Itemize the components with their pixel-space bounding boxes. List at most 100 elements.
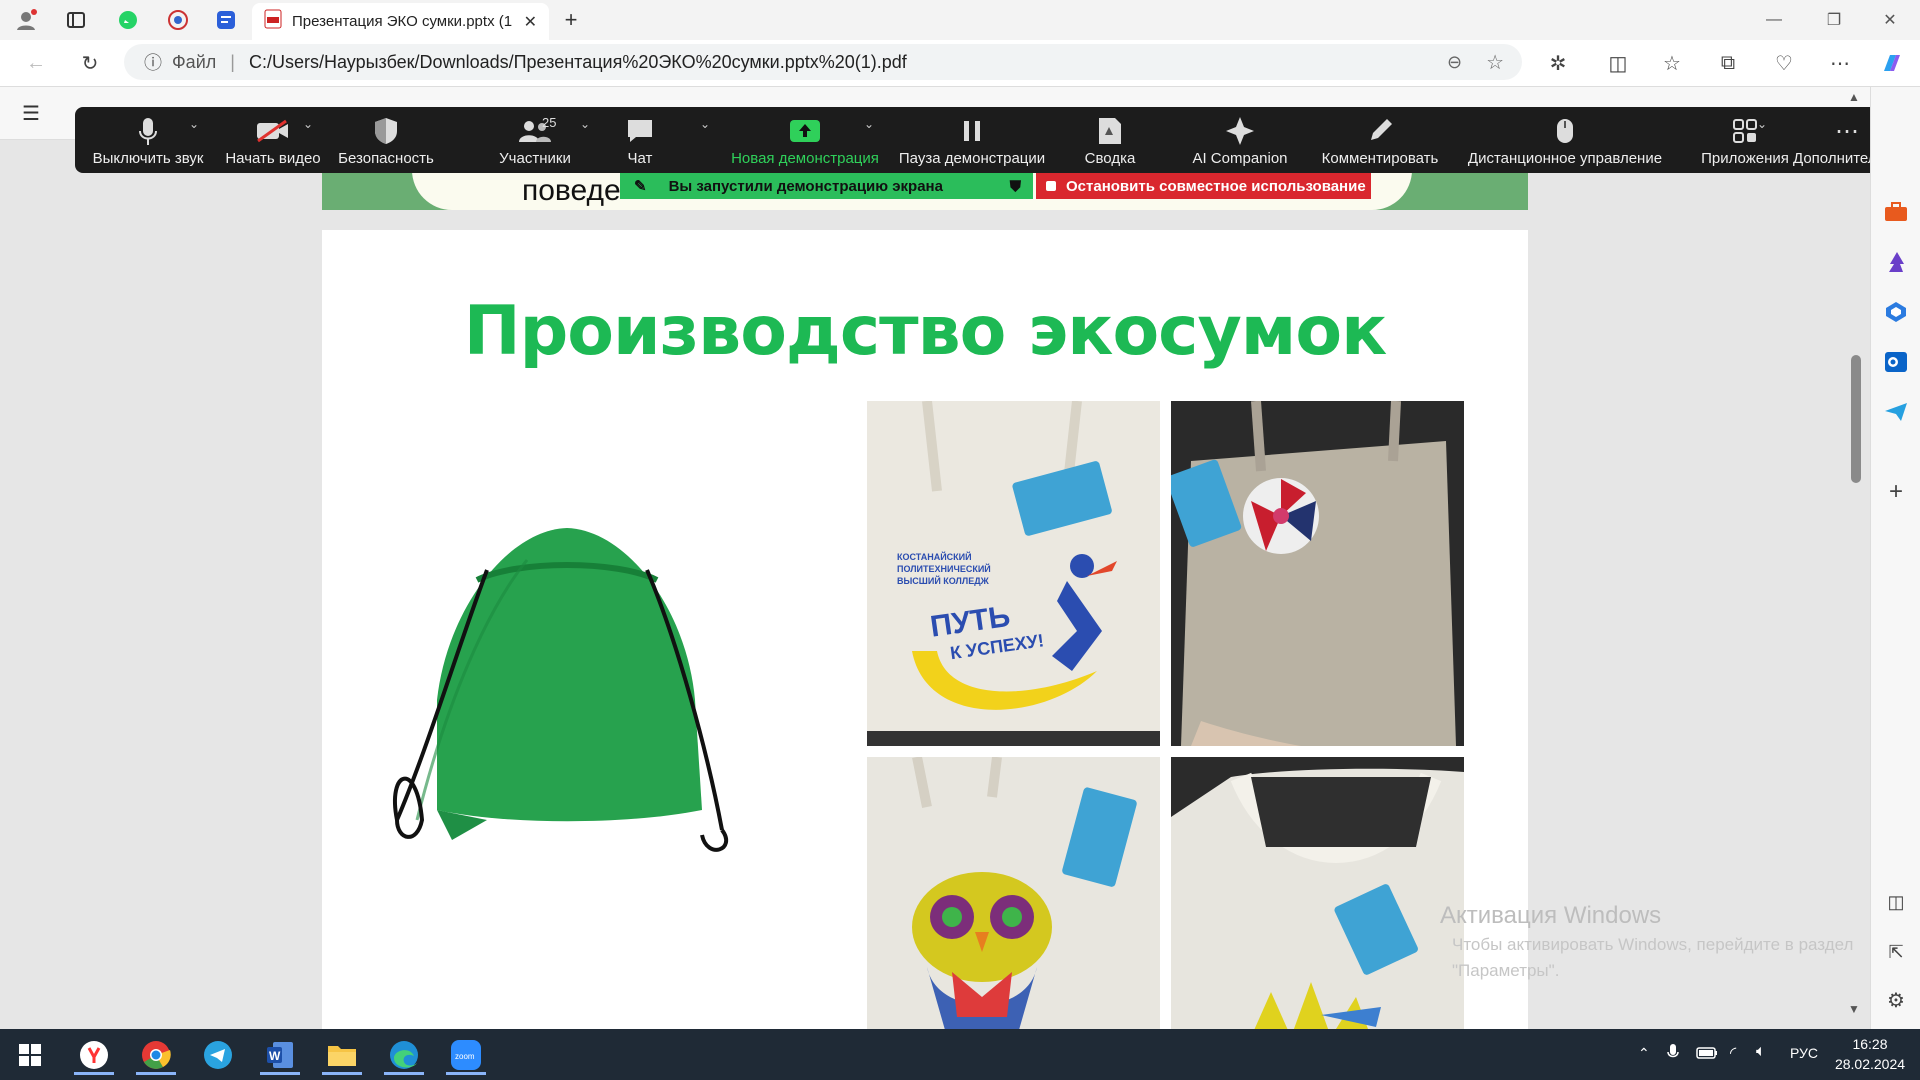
pause-share-button[interactable]: Пауза демонстрации	[897, 107, 1047, 173]
address-bar[interactable]: ⓘ Файл | C:/Users/Наурызбек/Downloads/Пр…	[124, 44, 1522, 80]
caption-line-1: КОСТАНАЙСКИЙ	[897, 552, 972, 562]
tools-icon[interactable]	[1881, 197, 1911, 227]
telegram-icon[interactable]	[194, 1033, 242, 1077]
stop-share-button[interactable]: Остановить совместное использование	[1036, 173, 1371, 199]
security-label: Безопасность	[338, 150, 434, 167]
file-explorer-icon[interactable]	[318, 1033, 366, 1077]
summary-button[interactable]: Сводка	[1075, 107, 1145, 173]
close-window-icon[interactable]: ✕	[1870, 6, 1910, 34]
edge-icon[interactable]	[380, 1033, 428, 1077]
forms-tab-icon[interactable]	[212, 6, 240, 34]
extensions-icon[interactable]: ✲	[1542, 48, 1574, 78]
contents-icon[interactable]: ☰	[22, 101, 40, 126]
audio-options-caret-icon[interactable]: ⌄	[189, 117, 199, 131]
app-open-indicator	[136, 1072, 176, 1075]
annotate-button[interactable]: Комментировать	[1315, 107, 1445, 173]
show-hidden-icons-icon[interactable]: ⌃	[1638, 1045, 1650, 1062]
pinned-tab-icon[interactable]	[164, 6, 192, 34]
chat-button[interactable]: Чат	[615, 107, 665, 173]
shield-icon	[374, 116, 398, 146]
pause-share-label: Пауза демонстрации	[898, 150, 1046, 167]
previous-slide-text: поведе	[522, 174, 621, 207]
linen-bag-flower-photo	[1171, 401, 1464, 746]
active-tab[interactable]: Презентация ЭКО сумки.pptx (1 ✕	[252, 3, 549, 40]
page-scrollbar[interactable]	[1848, 90, 1868, 1020]
ai-companion-label: AI Companion	[1192, 150, 1288, 167]
video-off-icon	[256, 116, 290, 146]
games-icon[interactable]	[1881, 247, 1911, 277]
app-open-indicator	[384, 1072, 424, 1075]
split-screen-icon[interactable]: ◫	[1602, 48, 1634, 78]
restore-icon[interactable]: ❐	[1814, 6, 1854, 34]
bag-college-caption: КОСТАНАЙСКИЙ ПОЛИТЕХНИЧЕСКИЙ ВЫСШИЙ КОЛЛ…	[897, 551, 991, 587]
scroll-down-icon[interactable]: ▼	[1848, 1002, 1860, 1016]
tab-title: Презентация ЭКО сумки.pptx (1	[292, 13, 512, 30]
annotate-label: Комментировать	[1321, 150, 1439, 167]
zoom-out-icon[interactable]: ⊖	[1447, 52, 1462, 73]
back-icon[interactable]: ←	[20, 48, 52, 78]
participants-button[interactable]: Участники	[480, 107, 590, 173]
reload-icon[interactable]: ↻	[74, 48, 106, 78]
yandex-browser-icon[interactable]	[70, 1033, 118, 1077]
share-options-caret-icon[interactable]: ⌄	[864, 117, 874, 131]
minimize-icon[interactable]: —	[1754, 6, 1794, 34]
participants-caret-icon[interactable]: ⌄	[580, 117, 590, 131]
svg-text:zoom: zoom	[455, 1052, 475, 1061]
chat-label: Чат	[627, 150, 653, 167]
input-language[interactable]: РУС	[1790, 1045, 1818, 1061]
open-external-icon[interactable]: ⇱	[1881, 937, 1911, 967]
favorites-icon[interactable]: ☆	[1656, 48, 1688, 78]
new-share-label: Новая демонстрация	[731, 150, 879, 167]
security-button[interactable]: Безопасность	[331, 107, 441, 173]
profile-avatar-icon[interactable]	[12, 6, 40, 34]
new-tab-icon[interactable]: +	[557, 6, 585, 34]
whatsapp-tab-icon[interactable]	[114, 6, 142, 34]
chat-caret-icon[interactable]: ⌄	[700, 117, 710, 131]
apps-label: Приложения	[1701, 150, 1789, 167]
taskbar-clock[interactable]: 16:28 28.02.2024	[1830, 1034, 1910, 1074]
scrollbar-thumb[interactable]	[1851, 355, 1861, 483]
stop-share-label: Остановить совместное использование	[1066, 177, 1366, 195]
app-open-indicator	[260, 1072, 300, 1075]
microphone-icon	[139, 116, 157, 146]
mic-tray-icon[interactable]	[1667, 1043, 1679, 1068]
apps-caret-icon[interactable]: ⌄	[1757, 117, 1767, 131]
slide-title: Производство экосумок	[463, 292, 1388, 371]
clock-time: 16:28	[1852, 1036, 1888, 1052]
pin-icon[interactable]: ✎	[634, 177, 647, 195]
sidebar-settings-icon[interactable]: ⚙	[1881, 985, 1911, 1015]
word-icon[interactable]: W	[256, 1033, 304, 1077]
favorite-star-icon[interactable]: ☆	[1486, 50, 1504, 75]
outlook-icon[interactable]	[1881, 347, 1911, 377]
scroll-up-icon[interactable]: ▲	[1848, 90, 1860, 104]
chrome-icon[interactable]	[132, 1033, 180, 1077]
sidebar-toggle-icon[interactable]: ◫	[1881, 887, 1911, 917]
url-divider: |	[230, 51, 235, 72]
zoom-app-icon[interactable]: zoom	[442, 1033, 490, 1077]
workspaces-icon[interactable]	[62, 6, 90, 34]
video-options-caret-icon[interactable]: ⌄	[303, 117, 313, 131]
ai-companion-button[interactable]: AI Companion	[1185, 107, 1295, 173]
new-share-button[interactable]: Новая демонстрация	[725, 107, 885, 173]
sparkle-icon	[1225, 116, 1255, 146]
battery-icon[interactable]	[1696, 1046, 1718, 1065]
app-open-indicator	[322, 1072, 362, 1075]
settings-more-icon[interactable]: ⋯	[1824, 48, 1856, 78]
url-text[interactable]: C:/Users/Наурызбек/Downloads/Презентация…	[249, 52, 907, 73]
volume-icon[interactable]: 🔈︎	[1756, 1043, 1766, 1061]
apps-button[interactable]: Приложения	[1695, 107, 1795, 173]
collections-icon[interactable]: ⧉	[1712, 48, 1744, 78]
start-menu-icon[interactable]	[6, 1033, 54, 1077]
microsoft365-icon[interactable]	[1881, 297, 1911, 327]
browser-essentials-icon[interactable]: ♡	[1768, 48, 1800, 78]
copilot-icon[interactable]	[1876, 48, 1908, 78]
add-sidebar-app-icon[interactable]: +	[1881, 477, 1911, 507]
pdf-page-slide: Производство экосумок КОСТАНАЙСКИЙ ПОЛИТ…	[322, 230, 1528, 1030]
send-icon[interactable]	[1881, 397, 1911, 427]
activation-watermark-line: Чтобы активировать Windows, перейдите в …	[1452, 935, 1854, 954]
close-tab-icon[interactable]: ✕	[524, 12, 537, 32]
info-icon[interactable]: ⓘ	[144, 49, 162, 75]
app-open-indicator	[446, 1072, 486, 1075]
wifi-icon[interactable]: ◜	[1730, 1043, 1736, 1063]
remote-control-button[interactable]: Дистанционное управление	[1455, 107, 1675, 173]
